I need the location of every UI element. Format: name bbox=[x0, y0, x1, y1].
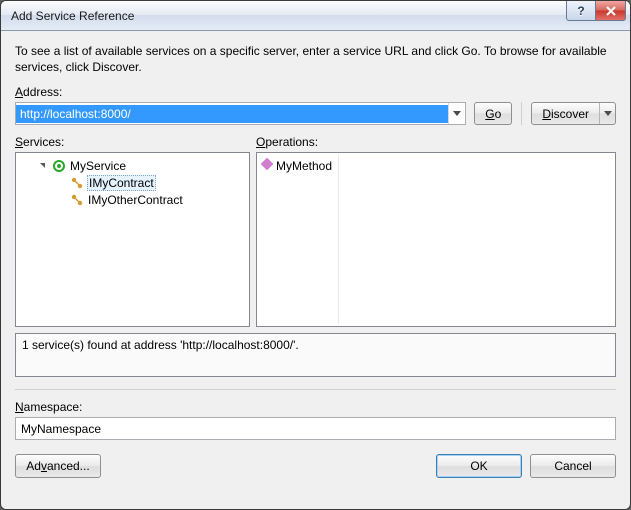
address-label: Address: bbox=[15, 85, 616, 99]
titlebar[interactable]: Add Service Reference ? bbox=[1, 1, 630, 31]
ok-button[interactable]: OK bbox=[436, 454, 522, 478]
advanced-button[interactable]: Advanced... bbox=[15, 454, 101, 478]
contract-icon bbox=[69, 175, 85, 191]
separator bbox=[521, 102, 522, 125]
discover-dropdown[interactable] bbox=[599, 103, 615, 124]
operation-label: MyMethod bbox=[276, 159, 332, 173]
expand-collapse-icon[interactable] bbox=[36, 163, 48, 168]
instructions-text: To see a list of available services on a… bbox=[15, 43, 616, 75]
help-icon: ? bbox=[577, 4, 584, 18]
service-icon bbox=[51, 158, 67, 174]
chevron-down-icon bbox=[453, 111, 461, 116]
help-button[interactable]: ? bbox=[566, 1, 596, 21]
dialog-window: Add Service Reference ? To see a list of… bbox=[0, 0, 631, 510]
discover-split-button[interactable]: Discover bbox=[531, 102, 616, 125]
method-icon bbox=[261, 158, 273, 173]
discover-button-main[interactable]: Discover bbox=[532, 107, 599, 121]
status-box: 1 service(s) found at address 'http://lo… bbox=[15, 333, 616, 377]
tree-node-label: IMyContract bbox=[87, 175, 156, 191]
namespace-label: Namespace: bbox=[15, 400, 616, 414]
operations-label: Operations: bbox=[256, 135, 616, 149]
address-input[interactable] bbox=[16, 105, 448, 123]
cancel-button[interactable]: Cancel bbox=[530, 454, 616, 478]
separator bbox=[15, 389, 616, 390]
window-title: Add Service Reference bbox=[11, 9, 134, 23]
status-text: 1 service(s) found at address 'http://lo… bbox=[22, 338, 299, 352]
operation-item[interactable]: MyMethod bbox=[259, 157, 336, 174]
services-tree[interactable]: MyService IMyContract bbox=[15, 152, 250, 327]
tree-contract-node[interactable]: IMyContract bbox=[20, 174, 247, 191]
window-buttons: ? bbox=[566, 1, 626, 21]
address-dropdown-button[interactable] bbox=[448, 103, 465, 124]
tree-service-node[interactable]: MyService bbox=[20, 157, 247, 174]
contract-icon bbox=[69, 192, 85, 208]
services-label: Services: bbox=[15, 135, 250, 149]
close-button[interactable] bbox=[596, 1, 626, 21]
client-area: To see a list of available services on a… bbox=[1, 31, 630, 509]
tree-node-label: MyService bbox=[70, 159, 126, 173]
chevron-down-icon bbox=[604, 111, 612, 116]
tree-node-label: IMyOtherContract bbox=[88, 193, 183, 207]
tree-contract-node[interactable]: IMyOtherContract bbox=[20, 191, 247, 208]
namespace-input[interactable] bbox=[15, 417, 616, 440]
go-button[interactable]: Go bbox=[474, 102, 512, 125]
operations-list[interactable]: MyMethod bbox=[256, 152, 616, 327]
address-combobox[interactable] bbox=[15, 102, 466, 125]
close-icon bbox=[605, 6, 617, 16]
